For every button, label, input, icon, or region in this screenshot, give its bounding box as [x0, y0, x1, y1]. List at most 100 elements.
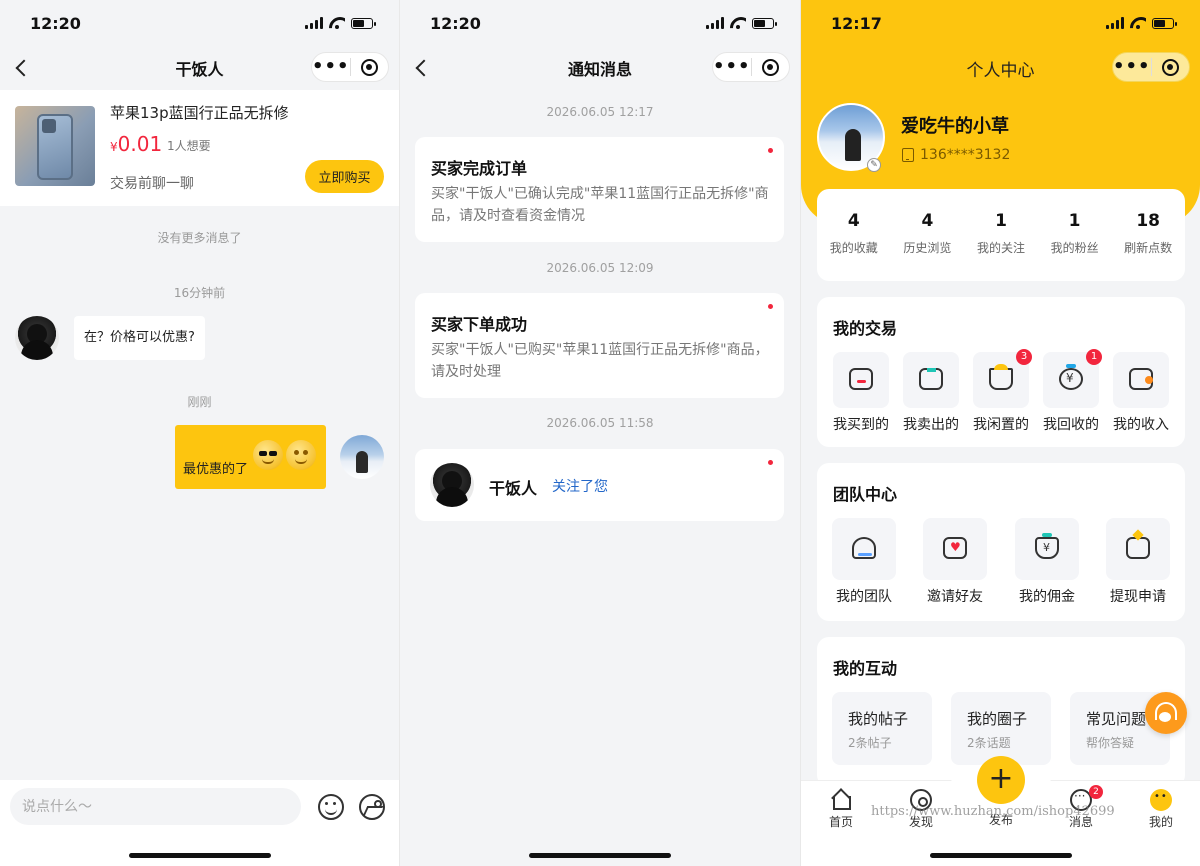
team-withdraw[interactable]: 提现申请 [1106, 518, 1170, 606]
trade-bought[interactable]: 我买到的 [833, 352, 889, 434]
more-icon[interactable]: ••• [1113, 53, 1151, 81]
buy-now-button[interactable]: 立即购买 [305, 160, 384, 193]
notification-time: 2026.06.05 11:58 [546, 416, 654, 430]
wallet-icon [1129, 368, 1153, 390]
message-time: 16分钟前 [173, 286, 226, 300]
close-miniprogram-icon[interactable] [351, 58, 388, 76]
customer-service-icon[interactable] [1145, 692, 1187, 734]
battery-icon [351, 17, 376, 29]
back-icon[interactable] [414, 58, 428, 78]
wifi-icon [329, 17, 345, 29]
profile-screen: 12:17 个人中心 ••• ✎ 爱吃牛的小草 136****3132 4 我的收… [800, 0, 1200, 866]
follow-notification-card[interactable]: 干饭人 关注了您 [415, 449, 784, 521]
watermark-text: https://www.huzhan.com/ishop42699 [871, 804, 1115, 819]
withdraw-icon [1126, 537, 1150, 559]
bought-icon [849, 368, 873, 390]
avatar[interactable] [15, 316, 59, 360]
interact-circles[interactable]: 我的圈子 2条话题 [951, 692, 1051, 765]
tab-mine[interactable]: 我的 [1131, 789, 1191, 830]
tab-home[interactable]: 首页 [811, 789, 871, 830]
avatar[interactable] [430, 463, 474, 507]
team-icon [852, 537, 876, 559]
team-invite[interactable]: 邀请好友 [923, 518, 987, 606]
notification-time: 2026.06.05 12:17 [546, 105, 654, 119]
page-title: 个人中心 [966, 60, 1035, 81]
unread-dot [768, 460, 773, 465]
back-icon[interactable] [14, 58, 28, 78]
notification-card[interactable]: 买家下单成功 买家"干饭人"已购买"苹果11蓝国行正品无拆修"商品，请及时处理 [415, 293, 784, 398]
trade-income[interactable]: 我的收入 [1113, 352, 1169, 434]
team-my-team[interactable]: 我的团队 [832, 518, 896, 606]
status-time: 12:20 [30, 13, 81, 33]
mini-program-capsule: ••• [1112, 52, 1190, 82]
invite-icon [943, 537, 967, 559]
mini-program-capsule: ••• [712, 52, 790, 82]
wifi-icon [730, 17, 746, 29]
notification-card[interactable]: 买家完成订单 买家"干饭人"已确认完成"苹果11蓝国行正品无拆修"商品，请及时查… [415, 137, 784, 242]
more-icon[interactable]: ••• [312, 53, 350, 81]
trade-idle[interactable]: 3 我闲置的 [973, 349, 1032, 434]
image-icon[interactable] [359, 794, 385, 820]
home-indicator [128, 853, 271, 858]
status-time: 12:17 [831, 13, 882, 33]
nav-bar: 个人中心 ••• [801, 46, 1200, 90]
chat-screen: 12:20 干饭人 ••• 苹果13p蓝国行正品无拆修 ¥0.01 1人想要 交… [0, 0, 399, 866]
trade-section: 我的交易 我买到的 我卖出的 3 我闲置的 1 我回收的 我的收入 [817, 297, 1185, 447]
no-more-messages: 没有更多消息了 [157, 231, 242, 245]
notification-title: 买家完成订单 [431, 159, 528, 178]
emoji-icon[interactable] [318, 794, 344, 820]
follower-name: 干饭人 [489, 479, 538, 498]
notification-time: 2026.06.05 12:09 [546, 261, 654, 275]
signal-icon [706, 17, 724, 29]
close-miniprogram-icon[interactable] [752, 58, 789, 76]
mine-icon [1150, 789, 1172, 811]
section-title: 我的互动 [833, 659, 898, 678]
product-image[interactable] [15, 106, 95, 186]
status-bar: 12:20 [400, 0, 800, 46]
product-price: ¥0.01 [110, 132, 163, 156]
battery-icon [1152, 17, 1177, 29]
sold-icon [919, 368, 943, 390]
notification-body: 买家"干饭人"已购买"苹果11蓝国行正品无拆修"商品，请及时处理 [431, 342, 769, 380]
message-time: 刚刚 [187, 395, 212, 409]
product-title: 苹果13p蓝国行正品无拆修 [110, 104, 289, 122]
chat-input[interactable] [10, 788, 301, 825]
close-miniprogram-icon[interactable] [1152, 58, 1189, 76]
status-bar: 12:17 [801, 0, 1200, 46]
stat-favorites[interactable]: 4 我的收藏 [817, 189, 891, 281]
page-title: 通知消息 [567, 60, 632, 79]
follow-action: 关注了您 [552, 479, 608, 495]
stat-fans[interactable]: 1 我的粉丝 [1038, 189, 1112, 281]
basket-icon [989, 364, 1013, 390]
message-bubble-received: 在？价格可以优惠? [74, 316, 205, 360]
team-commission[interactable]: 我的佣金 [1015, 518, 1079, 606]
avatar[interactable] [340, 435, 384, 479]
more-icon[interactable]: ••• [713, 53, 751, 81]
stat-history[interactable]: 4 历史浏览 [891, 189, 965, 281]
mobile-icon [902, 148, 914, 162]
edit-icon[interactable]: ✎ [867, 158, 881, 172]
nav-bar: 通知消息 ••• [400, 46, 800, 90]
plus-icon[interactable]: + [977, 756, 1025, 804]
signal-icon [305, 17, 323, 29]
interact-posts[interactable]: 我的帖子 2条帖子 [832, 692, 932, 765]
stat-following[interactable]: 1 我的关注 [964, 189, 1038, 281]
home-icon [830, 789, 852, 811]
notification-title: 买家下单成功 [431, 315, 528, 334]
trade-recycled[interactable]: 1 我回收的 [1043, 349, 1102, 434]
home-indicator [929, 853, 1072, 858]
trade-sold[interactable]: 我卖出的 [903, 352, 959, 434]
stats-card: 4 我的收藏 4 历史浏览 1 我的关注 1 我的粉丝 18 刷新点数 [817, 189, 1185, 281]
chat-hint: 交易前聊一聊 [110, 176, 194, 192]
phone-number: 136****3132 [902, 147, 1010, 163]
status-time: 12:20 [430, 13, 481, 33]
section-title: 我的交易 [833, 319, 898, 338]
page-title: 干饭人 [175, 60, 224, 79]
smile-emoji-icon [286, 440, 316, 470]
mini-program-capsule: ••• [311, 52, 389, 82]
unread-dot [768, 148, 773, 153]
stat-refresh-points[interactable]: 18 刷新点数 [1111, 189, 1185, 281]
status-bar: 12:20 [0, 0, 399, 46]
home-indicator [529, 853, 671, 858]
battery-icon [752, 17, 777, 29]
